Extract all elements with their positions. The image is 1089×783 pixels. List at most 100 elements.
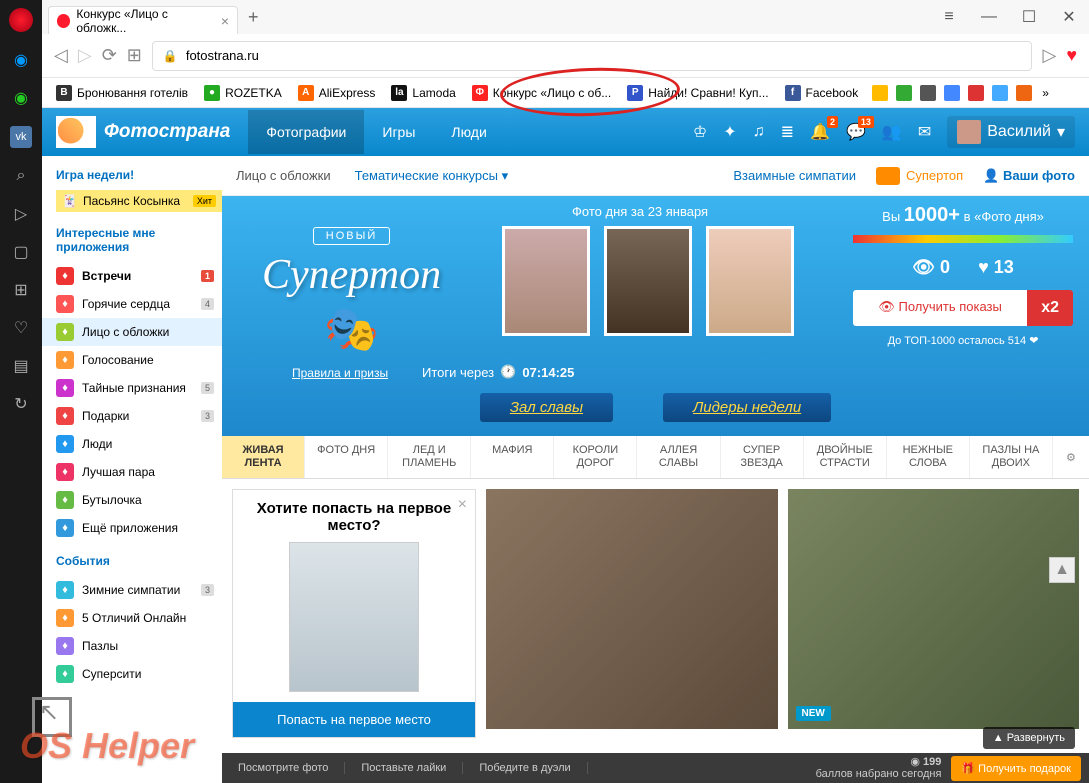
- content-tab[interactable]: ЖИВАЯ ЛЕНТА: [222, 436, 305, 478]
- sidebar-item[interactable]: ♦Лучшая пара: [56, 458, 222, 486]
- hero-photo-2[interactable]: [604, 226, 692, 336]
- minimize-button[interactable]: —: [969, 0, 1009, 34]
- maximize-button[interactable]: ☐: [1009, 0, 1049, 34]
- nav-Фотографии[interactable]: Фотографии: [248, 110, 364, 154]
- bookmark-icon[interactable]: [920, 85, 936, 101]
- subnav-supertop[interactable]: Супертоп: [876, 167, 963, 185]
- feed-photo-2[interactable]: NEW: [788, 489, 1080, 729]
- chat-icon[interactable]: 💬13: [846, 122, 866, 142]
- search-icon[interactable]: ⌕: [11, 166, 31, 186]
- vk-icon[interactable]: vk: [10, 126, 32, 148]
- bookmark-item[interactable]: PНайди! Сравни! Куп...: [621, 82, 774, 104]
- gift-button[interactable]: 🎁 Получить подарок: [951, 756, 1081, 781]
- back-button[interactable]: ◁: [54, 45, 68, 66]
- content-tab[interactable]: ЛЕД И ПЛАМЕНЬ: [388, 436, 471, 478]
- content-tab[interactable]: ПАЗЛЫ НА ДВОИХ: [970, 436, 1053, 478]
- list-icon[interactable]: ≣: [781, 122, 794, 142]
- content-tab[interactable]: ДВОЙНЫЕ СТРАСТИ: [804, 436, 887, 478]
- bookmark-item[interactable]: AAliExpress: [292, 82, 382, 104]
- history-icon[interactable]: ↻: [11, 394, 31, 414]
- sidebar-item[interactable]: ♦Голосование: [56, 346, 222, 374]
- menu-icon[interactable]: ≡: [929, 0, 969, 34]
- subnav-yourphotos[interactable]: 👤 Ваши фото: [983, 168, 1075, 184]
- content-tab[interactable]: СУПЕР ЗВЕЗДА: [721, 436, 804, 478]
- extension-icon[interactable]: ▷: [1042, 45, 1056, 66]
- content-tab[interactable]: КОРОЛИ ДОРОГ: [554, 436, 637, 478]
- bookmark-icon[interactable]: [1016, 85, 1032, 101]
- bb-like[interactable]: Поставьте лайки: [345, 762, 463, 774]
- subnav-cover[interactable]: Лицо с обложки: [236, 168, 331, 183]
- tab-close-icon[interactable]: ×: [221, 13, 229, 29]
- whatsapp-icon[interactable]: ◉: [11, 88, 31, 108]
- sidebar-item[interactable]: ♦Зимние симпатии3: [56, 576, 222, 604]
- sidebar-item[interactable]: ♦Тайные признания5: [56, 374, 222, 402]
- bookmark-item[interactable]: ●ROZETKA: [198, 82, 288, 104]
- heart-icon[interactable]: ♡: [11, 318, 31, 338]
- subnav-mutual[interactable]: Взаимные симпатии: [733, 168, 856, 183]
- sidebar-item[interactable]: ♦Ещё приложения: [56, 514, 222, 542]
- bb-view[interactable]: Посмотрите фото: [222, 762, 345, 774]
- game-of-week[interactable]: 🃏 Пасьянс Косынка Хит: [56, 190, 222, 212]
- sidebar-item[interactable]: ♦Подарки3: [56, 402, 222, 430]
- apps-icon[interactable]: ⊞: [11, 280, 31, 300]
- content-tab[interactable]: НЕЖНЫЕ СЛОВА: [887, 436, 970, 478]
- news-icon[interactable]: ▤: [11, 356, 31, 376]
- bb-duel[interactable]: Победите в дуэли: [463, 762, 587, 774]
- content-tab[interactable]: МАФИЯ: [471, 436, 554, 478]
- hero-photo-3[interactable]: [706, 226, 794, 336]
- messenger-icon[interactable]: ◉: [11, 50, 31, 70]
- bookmark-item[interactable]: BБронювання готелів: [50, 82, 194, 104]
- speed-dial-icon[interactable]: ⊞: [127, 45, 142, 66]
- get-views-button[interactable]: 👁 Получить показы x2: [853, 290, 1073, 326]
- bookmarks-overflow[interactable]: »: [1042, 86, 1049, 100]
- promo-button[interactable]: Попасть на первое место: [233, 702, 475, 737]
- bookmark-icon[interactable]: [968, 85, 984, 101]
- bookmark-heart-icon[interactable]: ♥: [1066, 45, 1077, 66]
- camera-icon[interactable]: ▢: [11, 242, 31, 262]
- browser-tab[interactable]: Конкурс «Лицо с обложк... ×: [48, 6, 238, 34]
- content-tab[interactable]: ФОТО ДНЯ: [305, 436, 388, 478]
- bell-icon[interactable]: 🔔2: [810, 122, 830, 142]
- sidebar-item[interactable]: ♦Пазлы: [56, 632, 222, 660]
- send-icon[interactable]: ▷: [11, 204, 31, 224]
- sidebar-item[interactable]: ♦Горячие сердца4: [56, 290, 222, 318]
- gear-icon[interactable]: ⚙: [1053, 436, 1089, 478]
- ribbon-leaders[interactable]: Лидеры недели: [663, 393, 831, 422]
- bookmark-icon[interactable]: [944, 85, 960, 101]
- reload-button[interactable]: ⟳: [102, 45, 117, 66]
- opera-logo-icon[interactable]: [9, 8, 33, 32]
- nav-Игры[interactable]: Игры: [364, 110, 433, 154]
- ribbon-hall[interactable]: Зал славы: [480, 393, 613, 422]
- nav-Люди[interactable]: Люди: [433, 110, 504, 154]
- feed-photo-1[interactable]: [486, 489, 778, 729]
- close-button[interactable]: ✕: [1049, 0, 1089, 34]
- bookmark-icon[interactable]: [872, 85, 888, 101]
- bookmark-icon[interactable]: [992, 85, 1008, 101]
- music-icon[interactable]: ♫: [753, 123, 765, 141]
- new-tab-button[interactable]: +: [248, 7, 259, 28]
- close-icon[interactable]: ×: [458, 496, 467, 514]
- bookmark-item[interactable]: ФКонкурс «Лицо с об...: [466, 82, 617, 104]
- user-menu[interactable]: Василий ▾: [947, 116, 1075, 148]
- forward-button[interactable]: ▷: [78, 45, 92, 66]
- bookmark-item[interactable]: fFacebook: [779, 82, 865, 104]
- sidebar-item[interactable]: ♦Лицо с обложки: [42, 318, 222, 346]
- sidebar-item[interactable]: ♦5 Отличий Онлайн: [56, 604, 222, 632]
- sidebar-item[interactable]: ♦Люди: [56, 430, 222, 458]
- scroll-top-button[interactable]: ▲: [1049, 557, 1075, 583]
- content-tab[interactable]: АЛЛЕЯ СЛАВЫ: [637, 436, 720, 478]
- friends-icon[interactable]: 👥: [882, 122, 902, 142]
- sidebar-item[interactable]: ♦Бутылочка: [56, 486, 222, 514]
- url-input[interactable]: 🔒 fotostrana.ru: [152, 41, 1033, 71]
- bookmark-item[interactable]: laLamoda: [385, 82, 461, 104]
- rules-link[interactable]: Правила и призы: [292, 366, 388, 380]
- site-logo[interactable]: Фотострана: [56, 116, 230, 148]
- subnav-themes[interactable]: Тематические конкурсы ▾: [355, 168, 508, 184]
- sidebar-item[interactable]: ♦Суперсити: [56, 660, 222, 688]
- hero-photo-1[interactable]: [502, 226, 590, 336]
- mail-icon[interactable]: ✉: [918, 122, 931, 142]
- sidebar-item[interactable]: ♦Встречи1: [56, 262, 222, 290]
- shield-icon[interactable]: ♔: [693, 122, 707, 142]
- sparkle-icon[interactable]: ✦: [723, 122, 736, 142]
- bookmark-icon[interactable]: [896, 85, 912, 101]
